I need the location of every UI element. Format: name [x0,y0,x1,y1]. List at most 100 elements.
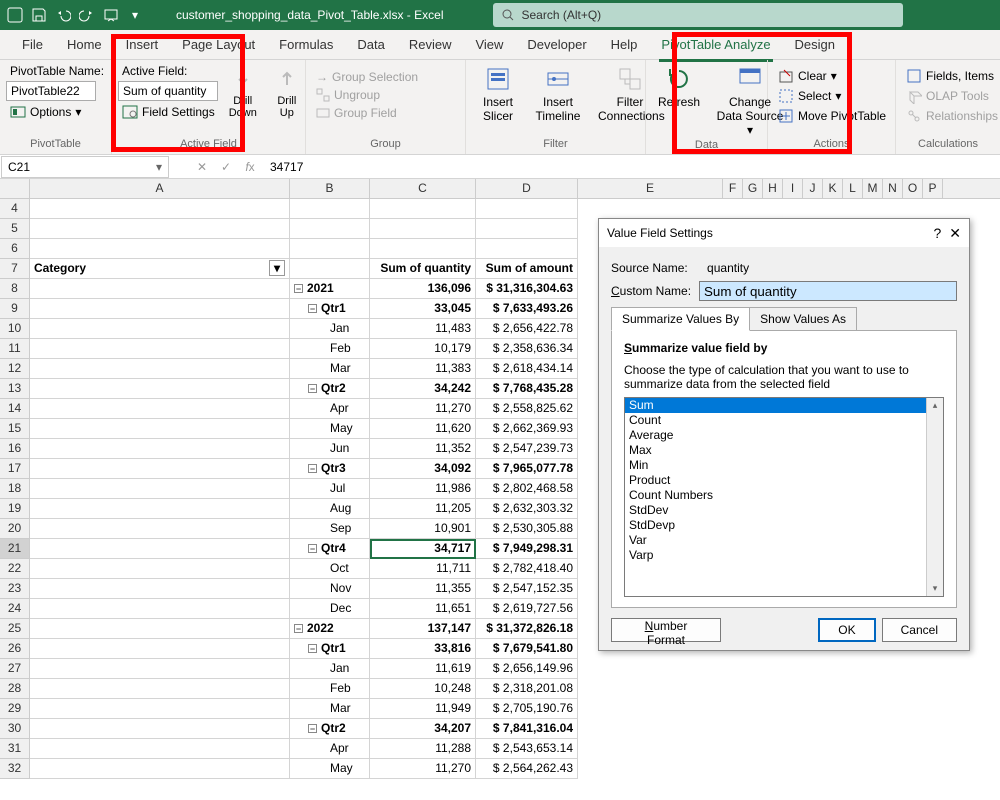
cell[interactable] [30,459,290,479]
pivot-value-qty[interactable]: 11,949 [370,699,476,719]
pivot-value-amt[interactable]: $ 7,679,541.80 [476,639,578,659]
col-header[interactable]: A [30,179,290,198]
pivot-value-qty[interactable]: 11,651 [370,599,476,619]
pivot-row-label[interactable]: −Qtr2 [290,719,370,739]
row-header[interactable]: 26 [0,639,30,659]
col-header[interactable]: M [863,179,883,198]
pivot-value-amt[interactable]: $ 2,705,190.76 [476,699,578,719]
pivot-row-label[interactable]: Jan [290,319,370,339]
redo-icon[interactable] [76,4,98,26]
col-header[interactable]: D [476,179,578,198]
row-header[interactable]: 12 [0,359,30,379]
pivot-value-amt[interactable]: $ 31,372,826.18 [476,619,578,639]
cell[interactable] [30,739,290,759]
row-header[interactable]: 17 [0,459,30,479]
pivot-value-amt[interactable]: $ 2,358,636.34 [476,339,578,359]
row-header[interactable]: 5 [0,219,30,239]
row-header[interactable]: 18 [0,479,30,499]
pivot-value-qty[interactable]: 10,248 [370,679,476,699]
row-header[interactable]: 7 [0,259,30,279]
pivot-value-qty[interactable]: 34,717 [370,539,476,559]
pivot-value-amt[interactable]: $ 2,782,418.40 [476,559,578,579]
pivot-row-label[interactable]: Dec [290,599,370,619]
pivot-row-label[interactable]: −Qtr2 [290,379,370,399]
pivot-value-qty[interactable]: 137,147 [370,619,476,639]
pivot-value-amt[interactable]: $ 2,543,653.14 [476,739,578,759]
pivot-value-amt[interactable]: $ 2,564,262.43 [476,759,578,779]
col-header[interactable]: J [803,179,823,198]
col-header[interactable]: G [743,179,763,198]
cell[interactable] [30,439,290,459]
pivot-value-amt[interactable]: $ 2,318,201.08 [476,679,578,699]
pivot-value-qty[interactable]: 10,901 [370,519,476,539]
help-icon[interactable]: ? [933,225,941,242]
pivot-row-label[interactable]: Jan [290,659,370,679]
list-item[interactable]: Count [625,413,926,428]
refresh-button[interactable]: Refresh [652,63,706,139]
pivot-value-amt[interactable]: $ 2,619,727.56 [476,599,578,619]
tab-developer[interactable]: Developer [515,30,598,60]
row-header[interactable]: 10 [0,319,30,339]
row-header[interactable]: 6 [0,239,30,259]
col-header[interactable]: L [843,179,863,198]
row-header[interactable]: 23 [0,579,30,599]
cell[interactable] [30,719,290,739]
pivot-value-amt[interactable]: $ 2,662,369.93 [476,419,578,439]
cell[interactable] [30,319,290,339]
cell[interactable] [30,619,290,639]
cell[interactable] [30,199,290,219]
name-box[interactable]: C21▾ [1,156,169,178]
collapse-icon[interactable]: − [308,464,317,473]
cell[interactable] [30,579,290,599]
row-header[interactable]: 14 [0,399,30,419]
pivot-row-label[interactable]: −Qtr1 [290,299,370,319]
row-header[interactable]: 16 [0,439,30,459]
pivot-row-label[interactable]: Apr [290,399,370,419]
list-item[interactable]: StdDev [625,503,926,518]
cancel-formula-icon[interactable]: ✕ [190,160,214,174]
row-header[interactable]: 9 [0,299,30,319]
tab-design[interactable]: Design [783,30,847,60]
pivot-value-qty[interactable]: 11,619 [370,659,476,679]
cell[interactable] [30,559,290,579]
pivot-row-label[interactable]: Feb [290,679,370,699]
cell[interactable] [30,659,290,679]
scroll-down-icon[interactable]: ▾ [933,581,938,596]
pivot-value-qty[interactable]: 34,207 [370,719,476,739]
cell[interactable] [30,759,290,779]
cell[interactable] [30,599,290,619]
fields-items-button[interactable]: Fields, Items [902,67,1000,85]
search-box[interactable]: Search (Alt+Q) [493,3,903,27]
collapse-icon[interactable]: − [308,724,317,733]
row-header[interactable]: 15 [0,419,30,439]
tab-summarize[interactable]: Summarize Values By [611,307,750,331]
pivot-value-amt[interactable]: $ 7,841,316.04 [476,719,578,739]
list-item[interactable]: Sum [625,398,926,413]
tab-review[interactable]: Review [397,30,464,60]
undo-icon[interactable] [52,4,74,26]
cell[interactable] [30,539,290,559]
tab-file[interactable]: File [10,30,55,60]
active-field-input[interactable]: Sum of quantity [118,81,218,101]
pivot-value-qty[interactable]: 11,711 [370,559,476,579]
cell[interactable] [290,219,370,239]
cell[interactable] [30,219,290,239]
row-header[interactable]: 8 [0,279,30,299]
col-header[interactable]: H [763,179,783,198]
row-header[interactable]: 11 [0,339,30,359]
row-header[interactable]: 32 [0,759,30,779]
clear-button[interactable]: Clear ▾ [774,67,890,85]
pivot-value-qty[interactable]: 11,352 [370,439,476,459]
tab-view[interactable]: View [463,30,515,60]
enter-formula-icon[interactable]: ✓ [214,160,238,174]
row-header[interactable]: 20 [0,519,30,539]
select-all-triangle[interactable] [0,179,30,198]
pivot-row-label[interactable]: −Qtr3 [290,459,370,479]
pivot-row-label[interactable]: Jul [290,479,370,499]
tab-insert[interactable]: Insert [114,30,171,60]
insert-slicer-button[interactable]: Insert Slicer [472,63,524,138]
list-item[interactable]: Count Numbers [625,488,926,503]
tab-help[interactable]: Help [599,30,650,60]
pivot-row-label[interactable]: May [290,419,370,439]
row-header[interactable]: 29 [0,699,30,719]
